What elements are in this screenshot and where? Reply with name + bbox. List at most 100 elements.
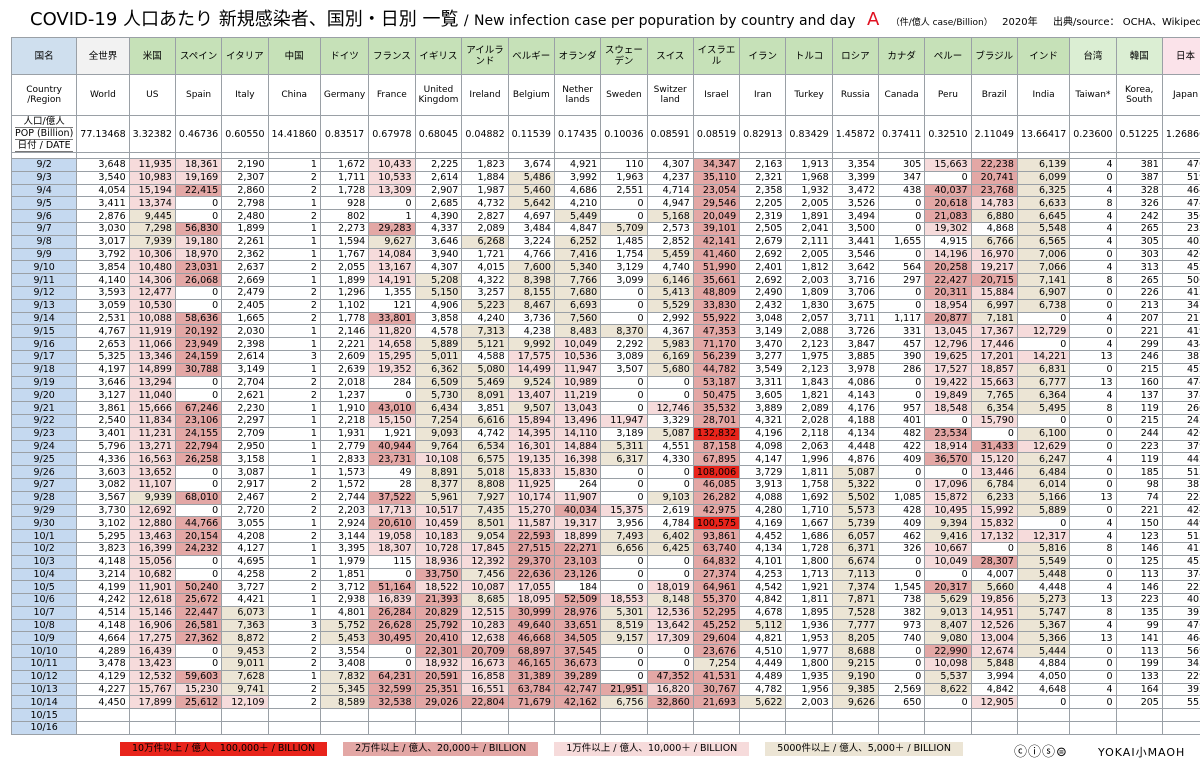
data-cell: 1,851 [319,567,370,582]
data-cell: 3,711 [831,311,880,326]
data-cell: 20,877 [924,311,972,326]
data-cell: 4,947 [646,196,694,211]
data-cell: 43,010 [368,401,416,415]
table-row: 9/11 4,140 14,306 26,068 2,669 1 1,899 14,191 5,… [10,273,1200,287]
data-cell: 19,135 [507,452,555,467]
data-cell: 4,868 [970,221,1018,236]
data-cell: 0 [1069,477,1117,492]
data-cell: 313 [1115,260,1163,275]
data-cell: 3,277 [739,349,787,364]
title-main: COVID-19 人口あたり 新規感染者、国別・日別 一覧 [30,9,459,30]
data-cell: 3,494 [831,209,880,223]
data-cell: 1 [267,362,321,377]
data-cell: 3,727 [221,580,269,595]
data-cell: 1 [368,209,416,223]
data-cell: 2,401 [739,260,787,275]
data-cell: 4,237 [646,170,694,185]
data-cell: 226 [1115,285,1163,300]
data-cell: 3,329 [646,413,694,428]
data-cell: 15,375 [600,503,648,518]
date-cell: 10/9 [10,631,78,646]
data-cell: 12,109 [221,695,269,710]
data-cell: 9,093 [414,426,463,441]
data-cell: 5,168 [646,209,694,223]
data-cell: 331 [878,324,926,339]
table-row: 10/9 4,664 17,275 27,362 8,872 2 5,453 30,495 20… [10,631,1200,646]
data-cell: 2,907 [414,183,463,198]
data-cell: 32,538 [368,695,416,710]
data-cell: 8,501 [461,516,509,531]
data-cell: 223 [1115,439,1163,454]
date-cell: 10/8 [10,618,78,633]
data-cell: 4,906 [414,298,463,313]
country-jp-US: 米国 [128,37,176,75]
data-cell: 17,713 [368,503,416,518]
data-cell: 228 [1161,490,1200,505]
data-cell: 2,398 [221,337,269,351]
data-cell: 19,058 [368,529,416,543]
data-cell: 5,660 [970,580,1018,595]
data-cell [646,721,694,735]
data-cell: 8 [1069,541,1117,556]
data-cell: 10,682 [128,567,176,582]
data-cell: 18,548 [924,401,972,415]
data-cell: 9,157 [600,631,648,646]
data-cell: 2,123 [785,362,833,377]
data-cell: 9,416 [924,529,972,543]
data-cell: 18,019 [646,580,694,595]
data-cell: 569 [1161,644,1200,659]
data-cell: 4,510 [739,644,787,659]
data-cell: 2,609 [319,349,370,364]
data-cell [221,708,269,723]
data-cell: 476 [1161,618,1200,633]
data-cell: 28,307 [970,554,1018,569]
data-cell [878,708,926,723]
data-cell: 0 [1069,426,1117,441]
data-cell: 1,913 [785,158,833,172]
data-cell: 4,766 [507,247,555,262]
data-cell: 3,149 [221,362,269,377]
data-cell: 0 [970,426,1018,441]
data-cell: 1,953 [785,631,833,646]
data-cell: 22,990 [924,644,972,659]
data-cell: 2,362 [221,247,269,262]
table-row: 9/29 3,730 12,692 0 2,720 2 2,203 17,713 10,517 7… [10,503,1200,518]
data-cell: 40,034 [553,503,602,518]
data-cell [414,721,463,735]
data-cell [319,721,370,735]
data-cell: 221 [1115,324,1163,339]
data-cell: 0 [878,644,926,659]
data-cell: 0 [1016,337,1071,351]
data-cell: 4,307 [414,260,463,275]
data-cell: 4 [1069,183,1117,198]
data-cell: 15,230 [174,682,223,697]
data-cell: 4,664 [76,631,130,646]
data-cell: 1,711 [319,170,370,185]
data-cell: 15,832 [970,516,1018,531]
data-cell: 2,230 [221,401,269,415]
data-cell: 23,103 [553,554,602,569]
table-row: 9/17 5,325 13,346 24,159 2,614 3 2,609 15,295 5,… [10,349,1200,364]
data-cell: 5,747 [1016,605,1071,620]
data-cell: 17,899 [128,695,176,710]
data-cell: 5,367 [1016,618,1071,633]
data-cell: 33,651 [553,618,602,633]
data-cell: 32,860 [646,695,694,710]
data-cell: 8 [1069,196,1117,211]
data-cell: 379 [1161,439,1200,454]
data-cell: 2,621 [221,388,269,403]
table-row: 9/26 3,603 13,652 0 3,087 1 1,573 49 8,891 5,018 1… [10,465,1200,479]
data-cell: 0 [600,657,648,671]
data-cell: 14,658 [368,337,416,351]
data-cell: 12,526 [970,618,1018,633]
data-cell: 28 [368,477,416,492]
data-cell: 27,362 [174,631,223,646]
data-cell: 16,398 [553,452,602,467]
country-jp-Peru: ペルー [924,37,972,75]
data-cell: 6,633 [1016,196,1071,211]
data-cell: 13,423 [128,657,176,671]
table-row: 9/8 3,017 7,939 19,180 2,261 1 1,594 9,627 3,646… [10,234,1200,249]
data-cell: 8,872 [221,631,269,646]
data-cell: 4,921 [553,158,602,172]
data-cell: 0 [1069,657,1117,671]
